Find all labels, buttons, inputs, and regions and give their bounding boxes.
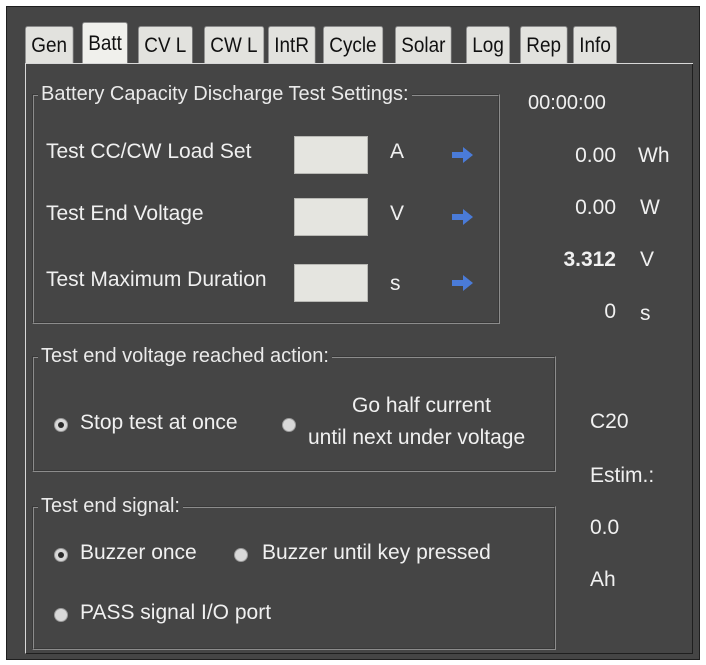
elapsed-time: 00:00:00 [528,92,606,114]
end-voltage-label: Test End Voltage [46,202,204,225]
seconds-value: 0 [604,300,616,323]
max-duration-label: Test Maximum Duration [46,268,267,291]
tab-log[interactable]: Log [466,26,511,63]
capacity-estim-label: Estim.: [590,464,655,487]
batt-tab-panel: Battery Capacity Discharge Test Settings… [25,64,693,654]
tab-rep[interactable]: Rep [520,26,568,63]
settings-group: Battery Capacity Discharge Test Settings… [32,83,500,324]
buzzer-until-key-label[interactable]: Buzzer until key pressed [262,541,491,565]
end-signal-title: Test end signal: [38,495,183,518]
tab-cv-l[interactable]: CV L [138,26,193,63]
load-set-input[interactable] [294,136,368,174]
tab-gen[interactable]: Gen [25,26,74,63]
half-current-label-line1[interactable]: Go half current [352,394,491,418]
stop-at-once-label[interactable]: Stop test at once [80,411,238,435]
tab-cw-l[interactable]: CW L [204,26,264,63]
buzzer-until-key-radio[interactable] [234,548,248,562]
right-arrow-icon[interactable] [450,206,476,228]
end-voltage-action-group: Test end voltage reached action: Stop te… [32,345,556,472]
pass-signal-label[interactable]: PASS signal I/O port [80,601,271,625]
pass-signal-radio[interactable] [54,608,68,622]
stop-at-once-radio[interactable] [54,418,68,432]
end-voltage-unit: V [390,202,405,225]
tab-bar: Gen Batt CV L CW L IntR Cycle Solar Log … [25,22,623,63]
end-voltage-input[interactable] [294,198,368,236]
voltage-unit: V [640,248,655,271]
load-set-unit: A [390,140,405,163]
end-signal-group: Test end signal: Buzzer once Buzzer unti… [32,495,556,650]
power-unit: W [640,196,660,219]
energy-value: 0.00 [575,144,616,167]
power-value: 0.00 [575,196,616,219]
app-window: Gen Batt CV L CW L IntR Cycle Solar Log … [6,6,700,660]
settings-group-title: Battery Capacity Discharge Test Settings… [38,83,412,106]
end-voltage-action-title: Test end voltage reached action: [38,345,332,368]
voltage-value: 3.312 [563,248,616,271]
tab-info[interactable]: Info [573,26,618,63]
capacity-unit: Ah [590,568,616,591]
max-duration-input[interactable] [294,264,368,302]
tab-intr[interactable]: IntR [268,26,316,63]
energy-unit: Wh [638,144,670,167]
load-set-label: Test CC/CW Load Set [46,140,252,163]
tab-cycle[interactable]: Cycle [323,26,383,63]
capacity-value: 0.0 [590,516,620,539]
max-duration-unit: s [390,272,401,295]
right-arrow-icon[interactable] [450,144,476,166]
tab-batt[interactable]: Batt [82,22,129,63]
buzzer-once-radio[interactable] [54,548,68,562]
right-arrow-icon[interactable] [450,272,476,294]
seconds-unit: s [640,302,651,325]
half-current-label-line2[interactable]: until next under voltage [308,426,525,450]
tab-solar[interactable]: Solar [395,26,452,63]
buzzer-once-label[interactable]: Buzzer once [80,541,197,565]
capacity-rate: C20 [590,410,629,433]
half-current-radio[interactable] [282,418,296,432]
